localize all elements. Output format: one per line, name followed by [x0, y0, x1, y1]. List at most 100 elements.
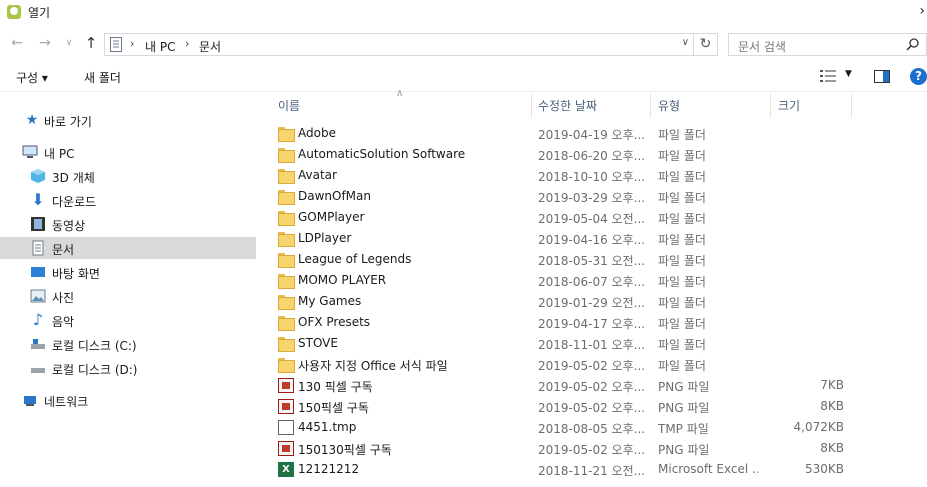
file-row[interactable]: 150픽셀 구독 2019-05-02 오후... PNG 파일 8KB	[270, 396, 850, 417]
file-name: 150130픽셀 구독	[298, 443, 392, 457]
address-dropdown-icon[interactable]: ∨	[682, 37, 689, 48]
column-header-row: ∧ 이름 수정한 날짜 유형 크기	[270, 88, 927, 118]
file-row[interactable]: OFX Presets 2019-04-17 오후... 파일 폴더	[270, 312, 850, 333]
file-row[interactable]: Adobe 2019-04-19 오후... 파일 폴더	[270, 123, 850, 144]
organize-menu-button[interactable]: 구성 ▾	[16, 69, 48, 86]
file-size: 530KB	[804, 462, 844, 476]
view-dropdown-icon[interactable]: ▼	[845, 69, 852, 79]
column-divider[interactable]	[770, 94, 771, 118]
address-bar[interactable]: › 내 PC › 문서 ∨	[104, 33, 694, 56]
file-row[interactable]: My Games 2019-01-29 오전... 파일 폴더	[270, 291, 850, 312]
nav-item-label: 다운로드	[52, 195, 97, 209]
folder-icon	[278, 210, 295, 226]
file-type: 파일 폴더	[658, 275, 706, 289]
nav-item-3d-objects[interactable]: 3D 개체	[0, 165, 256, 187]
recent-locations-chevron-icon[interactable]: ∨	[60, 34, 78, 52]
file-date: 2019-04-19 오후...	[538, 128, 646, 142]
file-row[interactable]: GOMPlayer 2019-05-04 오전... 파일 폴더	[270, 207, 850, 228]
nav-item-quick-access[interactable]: ★ 바로 가기	[0, 109, 256, 131]
column-divider[interactable]	[650, 94, 651, 118]
file-row[interactable]: STOVE 2018-11-01 오후... 파일 폴더	[270, 333, 850, 354]
file-name: 12121212	[298, 462, 360, 476]
navigation-scrollbar[interactable]	[256, 96, 262, 487]
file-row[interactable]: MOMO PLAYER 2018-06-07 오후... 파일 폴더	[270, 270, 850, 291]
file-row[interactable]: DawnOfMan 2019-03-29 오후... 파일 폴더	[270, 186, 850, 207]
file-type: PNG 파일	[658, 401, 710, 415]
file-name: MOMO PLAYER	[298, 273, 387, 287]
window-title: 열기	[28, 6, 51, 20]
file-row[interactable]: Avatar 2018-10-10 오후... 파일 폴더	[270, 165, 850, 186]
nav-item-local-disk-d[interactable]: 로컬 디스크 (D:)	[0, 357, 256, 379]
file-date: 2019-05-04 오전...	[538, 212, 646, 226]
file-date: 2019-05-02 오후...	[538, 401, 646, 415]
search-input[interactable]: 문서 검색	[728, 33, 927, 56]
help-icon[interactable]: ?	[910, 68, 927, 85]
file-size: 7KB	[820, 378, 844, 392]
nav-item-label: 로컬 디스크 (C:)	[52, 339, 137, 353]
view-options-icon[interactable]	[820, 70, 836, 82]
file-date: 2019-05-02 오후...	[538, 380, 646, 394]
file-type: 파일 폴더	[658, 191, 706, 205]
picture-icon	[30, 289, 46, 303]
file-size: 8KB	[820, 399, 844, 413]
file-date: 2018-11-01 오후...	[538, 338, 646, 352]
file-type: 파일 폴더	[658, 149, 706, 163]
breadcrumb-documents[interactable]: 문서	[199, 38, 221, 55]
file-size: 4,072KB	[793, 420, 844, 434]
column-header-size[interactable]: 크기	[778, 97, 800, 114]
breadcrumb-separator-icon[interactable]: ›	[185, 37, 189, 50]
file-date: 2019-05-02 오후...	[538, 443, 646, 457]
file-date: 2018-06-07 오후...	[538, 275, 646, 289]
file-row[interactable]: 사용자 지정 Office 서식 파일 2019-05-02 오후... 파일 폴더	[270, 354, 850, 375]
document-icon	[32, 240, 44, 256]
nav-item-network[interactable]: 네트워크	[0, 389, 256, 411]
file-row[interactable]: X 12121212 2018-11-21 오전... Microsoft Excel…	[270, 459, 850, 480]
file-date: 2018-06-20 오후...	[538, 149, 646, 163]
nav-item-videos[interactable]: 동영상	[0, 213, 256, 235]
nav-item-this-pc[interactable]: 내 PC	[0, 141, 256, 163]
file-row[interactable]: AutomaticSolution Software 2018-06-20 오후.…	[270, 144, 850, 165]
column-divider[interactable]	[531, 94, 532, 118]
nav-item-label: 사진	[52, 291, 75, 305]
file-row[interactable]: League of Legends 2018-05-31 오전... 파일 폴더	[270, 249, 850, 270]
tmp-file-icon	[278, 420, 294, 435]
file-name: Adobe	[298, 126, 336, 140]
nav-item-local-disk-c[interactable]: 로컬 디스크 (C:)	[0, 333, 256, 355]
address-row: ← → ∨ ↑ › 내 PC › 문서 ∨ ↻ 문서 검색	[0, 30, 927, 58]
file-row[interactable]: 130 픽셀 구독 2019-05-02 오후... PNG 파일 7KB	[270, 375, 850, 396]
command-bar: 구성 ▾ 새 폴더 ▼ ?	[0, 62, 927, 92]
nav-item-music[interactable]: ♪ 음악	[0, 309, 256, 331]
file-type: 파일 폴더	[658, 128, 706, 142]
chevron-right-icon[interactable]: ›	[919, 3, 925, 19]
file-type: 파일 폴더	[658, 254, 706, 268]
nav-item-downloads[interactable]: ⬇ 다운로드	[0, 189, 256, 211]
up-arrow-icon[interactable]: ↑	[82, 34, 100, 52]
nav-item-desktop[interactable]: 바탕 화면	[0, 261, 256, 283]
column-header-type[interactable]: 유형	[658, 97, 680, 114]
new-folder-button[interactable]: 새 폴더	[84, 69, 121, 86]
file-row[interactable]: LDPlayer 2019-04-16 오후... 파일 폴더	[270, 228, 850, 249]
file-name: 150픽셀 구독	[298, 401, 369, 415]
column-header-name[interactable]: 이름	[278, 97, 300, 114]
file-name: LDPlayer	[298, 231, 352, 245]
file-list: Adobe 2019-04-19 오후... 파일 폴더 AutomaticSolut…	[270, 123, 927, 487]
column-header-modified[interactable]: 수정한 날짜	[538, 97, 597, 114]
folder-icon	[278, 231, 295, 247]
forward-arrow-icon[interactable]: →	[36, 34, 54, 52]
file-row[interactable]: 4451.tmp 2018-08-05 오후... TMP 파일 4,072KB	[270, 417, 850, 438]
download-icon: ⬇	[31, 190, 45, 209]
breadcrumb-pc[interactable]: 내 PC	[145, 38, 175, 55]
back-arrow-icon[interactable]: ←	[8, 34, 26, 52]
refresh-icon[interactable]: ↻	[694, 33, 718, 56]
search-icon[interactable]	[906, 37, 920, 51]
nav-item-documents[interactable]: 문서	[0, 237, 256, 259]
file-row[interactable]: 150130픽셀 구독 2019-05-02 오후... PNG 파일 8KB	[270, 438, 850, 459]
file-name: GOMPlayer	[298, 210, 365, 224]
png-file-icon	[278, 378, 294, 393]
file-date: 2018-05-31 오전...	[538, 254, 646, 268]
breadcrumb-separator-icon[interactable]: ›	[130, 37, 134, 50]
nav-item-pictures[interactable]: 사진	[0, 285, 256, 307]
png-file-icon	[278, 441, 294, 456]
preview-pane-icon[interactable]	[874, 70, 890, 83]
column-divider[interactable]	[851, 94, 852, 118]
